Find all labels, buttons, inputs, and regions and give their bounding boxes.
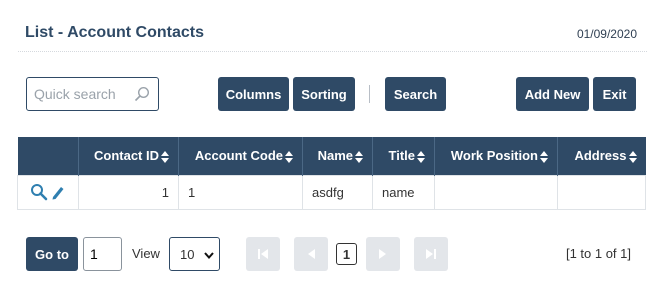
actions-header [17, 137, 79, 175]
toolbar-separator [369, 85, 370, 103]
cell-title: name [372, 174, 435, 210]
sort-icon [161, 150, 169, 163]
row-actions [17, 174, 79, 210]
last-page-icon [426, 249, 436, 259]
cell-account-code: 1 [178, 174, 303, 210]
contacts-table: Contact ID Account Code Name Title Work … [17, 137, 646, 210]
search-icon[interactable] [134, 86, 150, 102]
first-page-icon [258, 249, 268, 259]
cell-name: asdfg [302, 174, 373, 210]
first-page-button[interactable] [246, 237, 280, 271]
sort-icon [355, 150, 363, 163]
cell-contact-id: 1 [78, 174, 179, 210]
view-icon[interactable] [30, 183, 48, 201]
sort-icon [628, 150, 637, 163]
record-range: [1 to 1 of 1] [565, 246, 631, 261]
header-label: Title [388, 148, 416, 164]
next-page-icon [379, 249, 386, 259]
header-name[interactable]: Name [302, 137, 373, 175]
header-label: Name [317, 148, 353, 164]
add-new-button[interactable]: Add New [516, 77, 589, 111]
goto-button[interactable]: Go to [26, 237, 78, 271]
page-size-select[interactable]: 10 [169, 237, 220, 271]
search-button[interactable]: Search [385, 77, 446, 111]
exit-button[interactable]: Exit [593, 77, 636, 111]
sorting-button[interactable]: Sorting [293, 77, 355, 111]
last-page-button[interactable] [414, 237, 448, 271]
header-date: 01/09/2020 [576, 27, 637, 41]
quick-search-box[interactable] [26, 77, 159, 111]
header-work-position[interactable]: Work Position [434, 137, 558, 175]
table-header-row: Contact ID Account Code Name Title Work … [17, 137, 646, 175]
view-label: View [132, 246, 160, 261]
quick-search-input[interactable] [27, 78, 127, 110]
prev-page-button[interactable] [294, 237, 328, 271]
header-account-code[interactable]: Account Code [178, 137, 303, 175]
goto-page-input[interactable] [83, 237, 122, 271]
sort-icon [417, 150, 425, 163]
current-page[interactable]: 1 [336, 243, 357, 265]
sort-icon [285, 150, 293, 163]
header-label: Contact ID [94, 148, 159, 164]
table-row: 1 1 asdfg name [17, 174, 646, 210]
edit-icon[interactable] [51, 184, 65, 200]
header-title[interactable]: Title [372, 137, 435, 175]
prev-page-icon [308, 249, 315, 259]
header-contact-id[interactable]: Contact ID [78, 137, 179, 175]
header-label: Address [574, 148, 627, 164]
next-page-button[interactable] [366, 237, 400, 271]
page-title: List - Account Contacts [25, 24, 204, 41]
page-size-value: 10 [180, 246, 195, 262]
cell-address [557, 174, 646, 210]
header-address[interactable]: Address [557, 137, 646, 175]
chevron-down-icon [204, 252, 214, 260]
header-divider [18, 51, 647, 52]
header-label: Work Position [450, 148, 538, 164]
columns-button[interactable]: Columns [218, 77, 289, 111]
cell-work-position [434, 174, 558, 210]
sort-icon [540, 150, 548, 163]
header-label: Account Code [194, 148, 283, 164]
